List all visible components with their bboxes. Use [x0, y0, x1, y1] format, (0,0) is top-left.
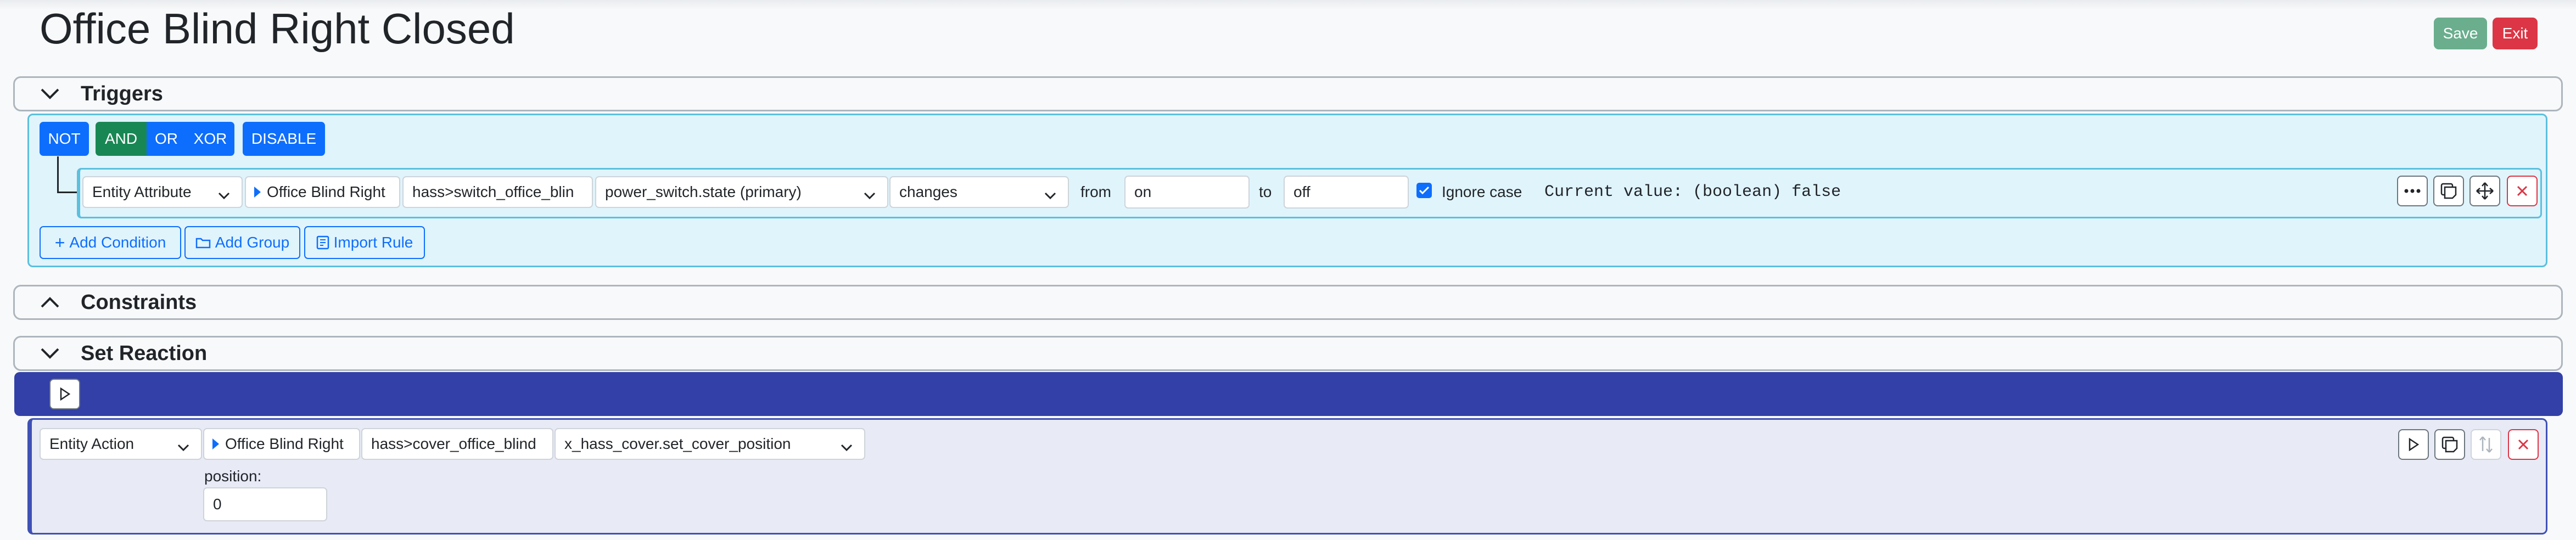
condition-type-select[interactable]: Entity Attribute [82, 176, 243, 208]
chevron-down-icon [840, 438, 853, 456]
save-button[interactable]: Save [2434, 18, 2487, 49]
folder-plus-icon [195, 238, 211, 249]
chevron-up-icon[interactable] [39, 291, 61, 313]
constraints-section-header[interactable]: Constraints [13, 285, 2563, 320]
chevron-down-icon[interactable] [39, 83, 61, 105]
triggers-section-header[interactable]: Triggers [13, 76, 2563, 111]
condition-entity-picker[interactable]: Office Blind Right [245, 176, 400, 208]
import-rule-button[interactable]: Import Rule [304, 226, 425, 259]
close-icon [2518, 439, 2529, 450]
import-icon [316, 235, 329, 250]
exit-button[interactable]: Exit [2493, 18, 2538, 49]
chevron-down-icon [177, 438, 190, 456]
close-icon [2517, 185, 2528, 196]
delete-action-button[interactable] [2508, 429, 2539, 460]
action-type-select[interactable]: Entity Action [40, 428, 202, 460]
not-toggle-button[interactable]: NOT [40, 122, 89, 156]
add-condition-label: Add Condition [69, 234, 166, 251]
tree-connector-horizontal [57, 192, 78, 193]
from-label: from [1080, 183, 1111, 200]
condition-operator-select[interactable]: changes [889, 176, 1069, 208]
chevron-down-icon [1044, 187, 1057, 204]
import-rule-label: Import Rule [333, 234, 413, 251]
chevron-down-icon [863, 187, 876, 204]
from-value-input[interactable]: on [1124, 176, 1250, 209]
plus-icon: + [54, 232, 65, 252]
reorder-action-button[interactable] [2471, 429, 2501, 460]
triggers-section-title: Triggers [81, 82, 163, 105]
action-type-value: Entity Action [49, 435, 135, 452]
constraints-section-title: Constraints [81, 290, 197, 314]
more-options-button[interactable] [2397, 176, 2428, 206]
condition-entity-name: Office Blind Right [267, 183, 385, 200]
or-operator-button[interactable]: OR [147, 122, 186, 156]
ellipsis-icon [2404, 189, 2421, 193]
action-entity-name: Office Blind Right [225, 435, 344, 452]
condition-type-value: Entity Attribute [92, 183, 192, 200]
reaction-header-bar [14, 372, 2563, 416]
to-value-input[interactable]: off [1284, 176, 1409, 209]
action-entity-id: hass>cover_office_blind [371, 435, 536, 452]
xor-operator-button[interactable]: XOR [186, 122, 234, 156]
page-title: Office Blind Right Closed [40, 4, 515, 53]
delete-condition-button[interactable] [2507, 176, 2538, 206]
caret-right-icon [254, 186, 261, 198]
condition-attribute-select[interactable]: power_switch.state (primary) [595, 176, 888, 208]
add-group-label: Add Group [215, 234, 290, 251]
copy-action-button[interactable] [2434, 429, 2465, 460]
from-value: on [1134, 183, 1152, 200]
disable-group-button[interactable]: DISABLE [243, 122, 325, 156]
action-method-value: x_hass_cover.set_cover_position [564, 435, 791, 452]
sort-icon [2479, 436, 2493, 453]
condition-entity-id-field[interactable]: hass>switch_office_blin [402, 176, 593, 208]
play-icon [2409, 438, 2419, 451]
position-param-value: 0 [213, 496, 222, 513]
run-action-button[interactable] [2398, 429, 2429, 460]
run-reaction-button[interactable] [49, 379, 80, 409]
condition-entity-id: hass>switch_office_blin [412, 183, 574, 200]
ignore-case-checkbox[interactable] [1416, 183, 1432, 198]
copy-condition-button[interactable] [2433, 176, 2464, 206]
check-icon [1419, 186, 1430, 195]
copy-icon [2441, 436, 2458, 453]
copy-icon [2440, 183, 2457, 199]
to-label: to [1259, 183, 1272, 200]
move-icon [2476, 182, 2494, 200]
set-reaction-section-header[interactable]: Set Reaction [13, 336, 2563, 371]
position-param-label: position: [204, 468, 262, 485]
chevron-down-icon[interactable] [39, 342, 61, 364]
condition-operator-value: changes [899, 183, 957, 200]
position-param-input[interactable]: 0 [203, 487, 327, 521]
action-entity-picker[interactable]: Office Blind Right [203, 428, 360, 460]
add-condition-button[interactable]: + Add Condition [40, 226, 181, 259]
add-group-button[interactable]: Add Group [184, 226, 300, 259]
and-operator-button[interactable]: AND [96, 122, 147, 156]
action-method-select[interactable]: x_hass_cover.set_cover_position [555, 428, 865, 460]
chevron-down-icon [217, 187, 231, 204]
current-value-text: Current value: (boolean) false [1544, 183, 1841, 201]
to-value: off [1293, 183, 1311, 200]
condition-attribute-value: power_switch.state (primary) [605, 183, 802, 200]
caret-right-icon [212, 438, 220, 450]
play-icon [60, 387, 70, 401]
action-entity-id-field[interactable]: hass>cover_office_blind [361, 428, 553, 460]
ignore-case-label: Ignore case [1442, 183, 1522, 200]
move-condition-button[interactable] [2469, 176, 2500, 206]
tree-connector-vertical [57, 156, 59, 192]
set-reaction-section-title: Set Reaction [81, 341, 208, 365]
